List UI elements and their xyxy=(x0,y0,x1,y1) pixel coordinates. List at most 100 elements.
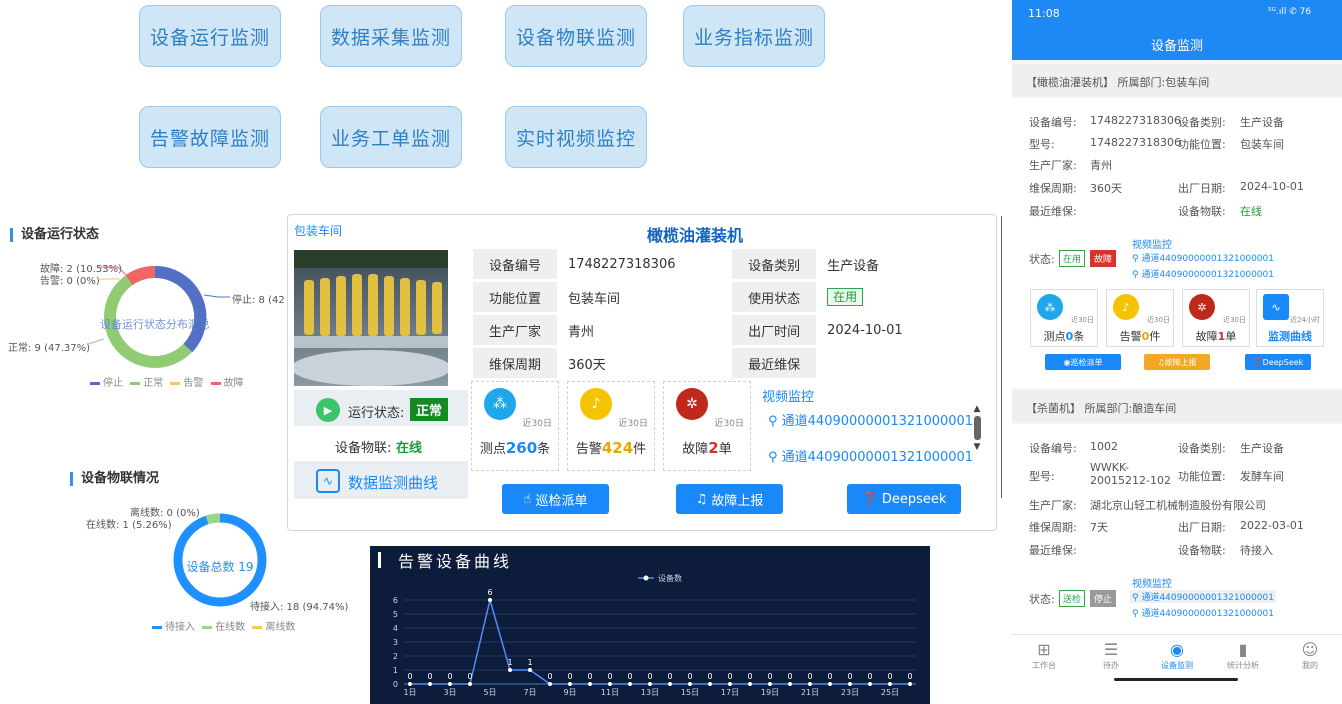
channel-scrollbar[interactable]: ▲ ▼ xyxy=(970,404,984,464)
data-label: 0 xyxy=(887,672,892,681)
field-label: 设备物联: xyxy=(1178,544,1226,557)
nav-live-video[interactable]: 实时视频监控 xyxy=(505,106,647,168)
data-label: 0 xyxy=(627,672,632,681)
mobile-fault-button[interactable]: ♫ 故障上报 xyxy=(1144,354,1210,370)
run-status-title: 设备运行状态 xyxy=(10,228,99,242)
field-label: 功能位置: xyxy=(1178,138,1226,151)
nav-device-run[interactable]: 设备运行监测 xyxy=(139,5,281,67)
x-tick-label: 15日 xyxy=(681,688,699,697)
field-label: 出厂日期: xyxy=(1178,521,1226,534)
iot-center: 设备总数 19 xyxy=(186,560,254,574)
data-label: 0 xyxy=(867,672,872,681)
data-label: 1 xyxy=(507,658,512,667)
mini-faults[interactable]: ✲ 近30日 故障1单 xyxy=(1182,289,1250,347)
deepseek-button[interactable]: ❓ Deepseek xyxy=(847,484,961,514)
card-dept: 包装车间 xyxy=(294,224,343,238)
data-point xyxy=(628,682,632,686)
cell-value: 生产设备 xyxy=(819,249,987,279)
mini-days: 近24小时 xyxy=(1290,316,1320,324)
mobile-deepseek-button[interactable]: ❓ DeepSeek xyxy=(1245,354,1311,370)
nav-device-iot[interactable]: 设备物联监测 xyxy=(505,5,647,67)
dev2-status-label: 状态: xyxy=(1029,593,1055,606)
fault-report-button[interactable]: ♫ 故障上报 xyxy=(676,484,783,514)
dev2-channel-2[interactable]: ⚲ 通道44090000001321000001 xyxy=(1132,606,1274,619)
tab-statistics[interactable]: ▮ 统计分析 xyxy=(1213,640,1273,671)
data-point xyxy=(588,682,592,686)
data-point xyxy=(428,682,432,686)
field-value: 待接入 xyxy=(1240,544,1273,557)
run-status-badge: 正常 xyxy=(410,398,449,421)
field-label: 设备类别: xyxy=(1178,442,1226,455)
user-icon: ☺ xyxy=(1301,640,1319,659)
data-label: 0 xyxy=(587,672,592,681)
stat-days: 近30日 xyxy=(522,419,552,429)
nav-alarm-fault[interactable]: 告警故障监测 xyxy=(139,106,281,168)
data-point xyxy=(528,668,532,672)
field-label: 维保周期: xyxy=(1029,521,1077,534)
mini-points[interactable]: ⁂ 近30日 测点0条 xyxy=(1030,289,1098,347)
stat-faults[interactable]: ✲ 近30日 故障2单 xyxy=(663,381,751,471)
patrol-dispatch-button[interactable]: ☝ 巡检派单 xyxy=(502,484,609,514)
field-label: 维保周期: xyxy=(1029,182,1077,195)
nav-business-index[interactable]: 业务指标监测 xyxy=(683,5,825,67)
data-point xyxy=(848,682,852,686)
status-icons: ⁵ᴳ.ıll ✆ 76 xyxy=(1268,7,1312,17)
x-tick-label: 3日 xyxy=(443,688,456,697)
field-value: WWKK-20015212-102 xyxy=(1090,461,1171,487)
data-point xyxy=(668,682,672,686)
data-point xyxy=(468,682,472,686)
dev1-channel-1[interactable]: ⚲ 通道44090000001321000001 xyxy=(1132,251,1274,264)
data-point xyxy=(568,682,572,686)
tag-stopped: 停止 xyxy=(1090,590,1117,607)
tab-todo[interactable]: ☰ 待办 xyxy=(1081,640,1141,671)
cell-key: 生产厂家 xyxy=(473,315,557,345)
mini-curve[interactable]: ∿ 近24小时 监测曲线 xyxy=(1256,289,1324,347)
dev2-channel-1[interactable]: ⚲ 通道44090000001321000001 xyxy=(1130,590,1276,603)
x-tick-label: 1日 xyxy=(403,688,416,697)
field-value: 360天 xyxy=(1090,182,1122,195)
mobile-panel: 11:08 ⁵ᴳ.ıll ✆ 76 设备监测 【橄榄油灌装机】 所属部门:包装车… xyxy=(1012,0,1342,704)
device-info-table: 设备编号 1748227318306 设备类别 生产设备 功能位置 包装车间 使用状态… xyxy=(470,246,990,381)
stat-points[interactable]: ⁂ 近30日 测点260条 xyxy=(471,381,559,471)
data-label: 0 xyxy=(727,672,732,681)
data-label: 0 xyxy=(407,672,412,681)
nav-data-collect[interactable]: 数据采集监测 xyxy=(320,5,462,67)
video-channel-2[interactable]: ⚲ 通道44090000001321000001 xyxy=(768,446,973,465)
y-tick-label: 3 xyxy=(393,638,398,647)
chart-line-icon: ∿ xyxy=(1263,294,1289,320)
y-tick-label: 1 xyxy=(393,666,398,675)
nav-work-order[interactable]: 业务工单监测 xyxy=(320,106,462,168)
data-label: 0 xyxy=(607,672,612,681)
field-value: 7天 xyxy=(1090,521,1108,534)
play-icon: ▶ xyxy=(316,398,340,422)
video-channel-1[interactable]: ⚲ 通道44090000001321000001 xyxy=(768,410,973,429)
tab-device-monitor[interactable]: ◉ 设备监测 xyxy=(1147,640,1207,671)
tab-mine[interactable]: ☺ 我的 xyxy=(1280,640,1340,671)
dev1-channel-2[interactable]: ⚲ 通道44090000001321000001 xyxy=(1132,267,1274,280)
tag-in-use: 在用 xyxy=(1059,250,1086,267)
x-tick-label: 11日 xyxy=(601,688,619,697)
data-point xyxy=(508,668,512,672)
y-tick-label: 5 xyxy=(393,610,398,619)
curve-button-label: 数据监测曲线 xyxy=(348,474,439,492)
cell-value: 包装车间 xyxy=(559,282,730,312)
field-value: 包装车间 xyxy=(1240,138,1284,151)
field-label: 最近维保: xyxy=(1029,544,1077,557)
run-status-legend: 停止 正常 告警 故障 xyxy=(86,374,244,389)
mini-alarms[interactable]: ♪ 近30日 告警0件 xyxy=(1106,289,1174,347)
tag-inspection: 送检 xyxy=(1059,590,1086,607)
field-label: 设备编号: xyxy=(1029,116,1077,129)
field-value: 1748227318306 xyxy=(1090,114,1181,127)
data-point xyxy=(548,682,552,686)
mini-text: 告警0件 xyxy=(1119,330,1161,343)
cell-key: 维保周期 xyxy=(473,348,557,378)
stat-alarms[interactable]: ♪ 近30日 告警424件 xyxy=(567,381,655,471)
y-tick-label: 2 xyxy=(393,652,398,661)
legend-marker xyxy=(643,575,649,581)
camera-icon: ⚲ xyxy=(768,414,782,429)
cell-key: 设备类别 xyxy=(732,249,817,279)
cell-key: 出厂时间 xyxy=(732,315,817,345)
tab-workbench[interactable]: ⊞ 工作台 xyxy=(1014,640,1074,671)
mobile-patrol-button[interactable]: ◉ 巡检派单 xyxy=(1045,354,1121,370)
field-label: 出厂日期: xyxy=(1178,182,1226,195)
